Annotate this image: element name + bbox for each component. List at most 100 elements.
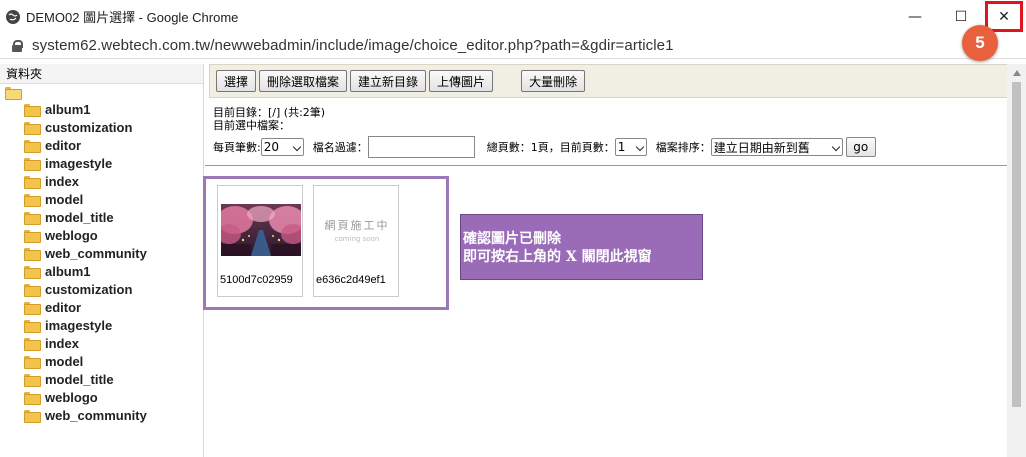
folder-open-icon <box>5 86 22 100</box>
directory-info: 目前目錄：[/] (共:2筆) 目前選中檔案： <box>213 106 325 132</box>
folder-label: album1 <box>45 263 91 279</box>
delete-selected-button[interactable]: 刪除選取檔案 <box>259 70 348 92</box>
folder-item[interactable]: model <box>0 352 203 370</box>
folder-item[interactable]: weblogo <box>0 388 203 406</box>
bulk-delete-button[interactable]: 大量刪除 <box>521 70 586 92</box>
folder-tree: 資料夾 album1 customization editor imagesty… <box>0 64 204 457</box>
folder-icon <box>24 391 41 405</box>
folder-label: imagestyle <box>45 317 113 333</box>
folder-item[interactable]: imagestyle <box>0 154 203 172</box>
sort-select[interactable]: 建立日期由新到舊 <box>710 138 843 156</box>
chevron-down-icon <box>635 142 644 152</box>
select-button[interactable]: 選擇 <box>216 70 257 92</box>
folder-label: customization <box>45 119 133 135</box>
folder-item[interactable]: weblogo <box>0 226 203 244</box>
folder-item[interactable]: editor <box>0 298 203 316</box>
folder-label: album1 <box>45 101 91 117</box>
sort-label: 檔案排序： <box>655 141 711 154</box>
page-value: 1 <box>617 140 626 154</box>
folder-item[interactable]: model_title <box>0 208 203 226</box>
folder-item[interactable]: web_community <box>0 244 203 262</box>
folder-icon <box>24 373 41 387</box>
thumbnail-filename: 5100d7c02959 <box>220 274 293 286</box>
folder-icon <box>24 229 41 243</box>
folder-label: model <box>45 353 84 369</box>
folder-list: album1 customization editor imagestyle i… <box>0 100 203 424</box>
coming-soon-image: 網頁施工中 coming soon <box>317 204 397 256</box>
note-line-2: 即可按右上角的 X 關閉此視窗 <box>463 249 652 265</box>
scroll-up-icon[interactable] <box>1013 70 1021 76</box>
url-text: system62.webtech.com.tw/newwebadmin/incl… <box>32 37 674 54</box>
placeholder-subtitle: coming soon <box>334 235 380 243</box>
folder-label: index <box>45 335 79 351</box>
folder-item[interactable]: index <box>0 334 203 352</box>
globe-icon <box>6 9 20 24</box>
folder-label: editor <box>45 299 82 315</box>
folder-icon <box>24 283 41 297</box>
folder-icon <box>24 139 41 153</box>
folder-label: imagestyle <box>45 155 113 171</box>
folder-item[interactable]: album1 <box>0 262 203 280</box>
close-icon: ✕ <box>998 8 1010 25</box>
folder-icon <box>24 211 41 225</box>
folder-item[interactable]: model_title <box>0 370 203 388</box>
folder-icon <box>24 355 41 369</box>
folder-item[interactable]: album1 <box>0 100 203 118</box>
per-page-value: 20 <box>263 140 279 154</box>
thumbnail-item[interactable]: 5100d7c02959 <box>217 185 303 297</box>
instruction-note: 確認圖片已刪除 即可按右上角的 X 關閉此視窗 <box>460 214 703 280</box>
thumbnail-highlight-box: 5100d7c02959 網頁施工中 coming soon e636c2d49… <box>203 176 449 310</box>
browser-titlebar: DEMO02 圖片選擇 - Google Chrome — ☐ ✕ <box>0 0 1026 33</box>
folder-label: weblogo <box>45 227 98 243</box>
folder-item[interactable]: web_community <box>0 406 203 424</box>
folder-item[interactable]: imagestyle <box>0 316 203 334</box>
filter-label: 檔名過濾： <box>312 141 368 154</box>
upload-image-button[interactable]: 上傳圖片 <box>429 70 494 92</box>
folder-tree-header: 資料夾 <box>0 64 203 84</box>
toolbar: 選擇 刪除選取檔案 建立新目錄 上傳圖片 大量刪除 <box>209 64 1010 98</box>
folder-icon <box>24 265 41 279</box>
list-controls: 每頁筆數: 20 檔名過濾： 總頁數：1頁，目前頁數： 1 檔案排序： 建立日期… <box>213 136 876 158</box>
folder-icon <box>24 103 41 117</box>
scrollbar-thumb[interactable] <box>1012 82 1021 407</box>
new-directory-button[interactable]: 建立新目錄 <box>350 70 427 92</box>
folder-icon <box>24 247 41 261</box>
cherry-blossom-image <box>221 204 301 256</box>
folder-icon <box>24 409 41 423</box>
folder-icon <box>24 121 41 135</box>
folder-item[interactable]: editor <box>0 136 203 154</box>
main-panel: 選擇 刪除選取檔案 建立新目錄 上傳圖片 大量刪除 目前目錄：[/] (共:2筆… <box>203 64 1010 457</box>
root-folder[interactable] <box>0 84 203 100</box>
minimize-button[interactable]: — <box>892 0 938 33</box>
folder-icon <box>24 337 41 351</box>
folder-label: model_title <box>45 209 114 225</box>
per-page-select[interactable]: 20 <box>260 138 304 156</box>
folder-icon <box>24 319 41 333</box>
selected-file: 目前選中檔案： <box>213 119 290 132</box>
sort-value: 建立日期由新到舊 <box>713 140 810 155</box>
page-select[interactable]: 1 <box>614 138 647 156</box>
folder-item[interactable]: customization <box>0 280 203 298</box>
go-button[interactable]: go <box>845 137 876 157</box>
chevron-down-icon <box>831 142 840 152</box>
chevron-down-icon <box>292 142 301 152</box>
divider <box>205 165 1007 166</box>
folder-item[interactable]: customization <box>0 118 203 136</box>
filename-filter-input[interactable] <box>367 136 475 158</box>
folder-item[interactable]: model <box>0 190 203 208</box>
folder-icon <box>24 157 41 171</box>
folder-label: model <box>45 191 84 207</box>
folder-icon <box>24 301 41 315</box>
folder-label: editor <box>45 137 82 153</box>
vertical-scrollbar[interactable] <box>1007 64 1026 457</box>
address-bar[interactable]: system62.webtech.com.tw/newwebadmin/incl… <box>0 33 1026 59</box>
current-directory: 目前目錄：[/] (共:2筆) <box>213 106 326 119</box>
folder-icon <box>24 175 41 189</box>
per-page-label: 每頁筆數: <box>213 141 261 154</box>
thumbnail-item[interactable]: 網頁施工中 coming soon e636c2d49ef1 <box>313 185 399 297</box>
folder-item[interactable]: index <box>0 172 203 190</box>
window-title: DEMO02 圖片選擇 - Google Chrome <box>26 10 239 25</box>
folder-label: web_community <box>45 245 147 261</box>
total-pages-text: 總頁數：1頁，目前頁數： <box>486 141 615 154</box>
placeholder-title: 網頁施工中 <box>324 219 390 232</box>
